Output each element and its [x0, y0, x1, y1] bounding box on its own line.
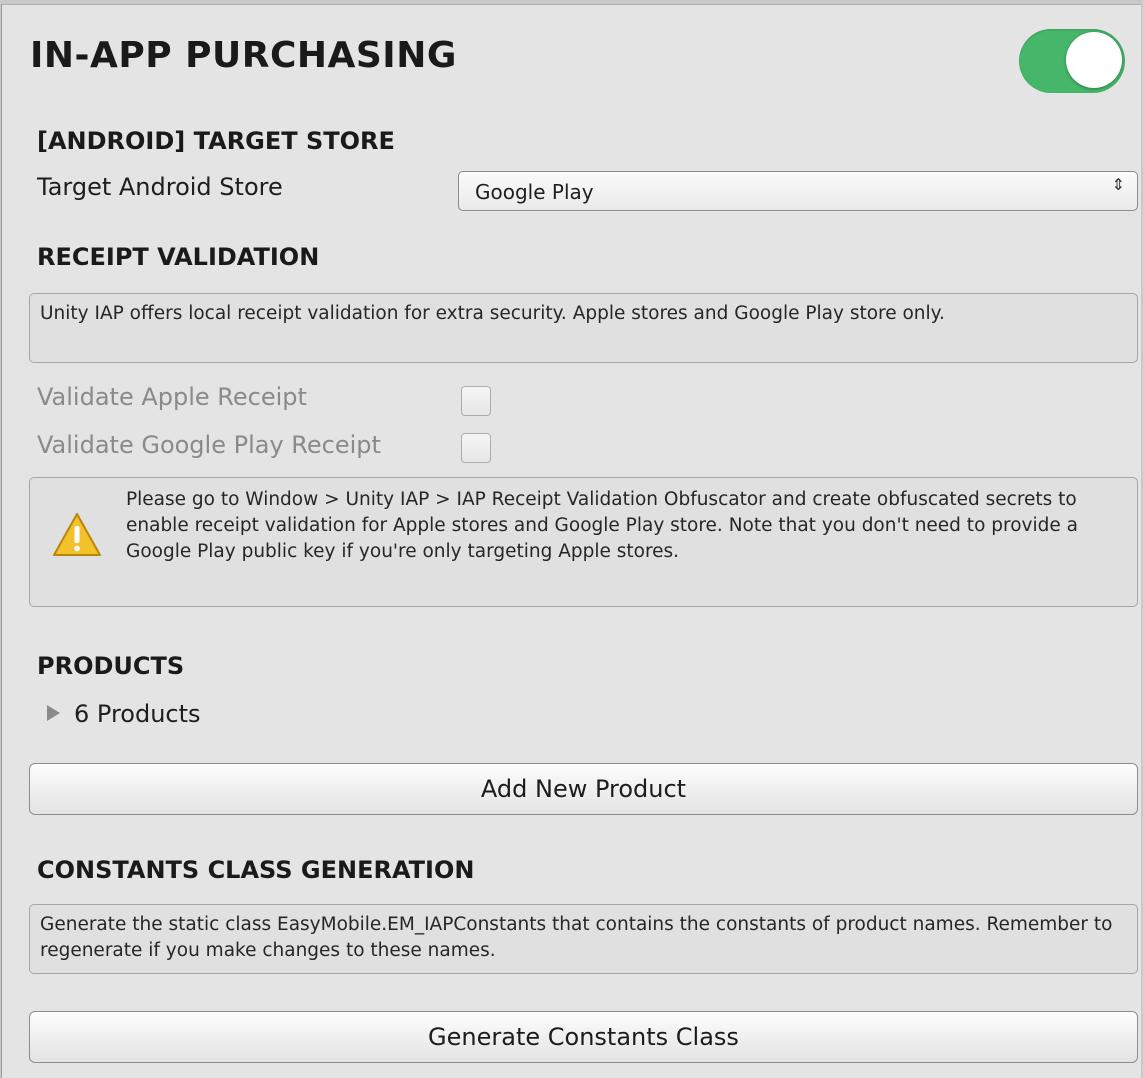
- validate-google-checkbox[interactable]: [461, 433, 491, 463]
- receipt-validation-header: RECEIPT VALIDATION: [37, 243, 320, 271]
- dropdown-selected-value: Google Play: [475, 180, 594, 204]
- target-store-dropdown[interactable]: Google Play ⇕: [458, 171, 1138, 211]
- toggle-knob: [1066, 32, 1122, 88]
- constants-info: Generate the static class EasyMobile.EM_…: [29, 904, 1138, 974]
- constants-header: CONSTANTS CLASS GENERATION: [37, 856, 475, 884]
- validate-apple-label: Validate Apple Receipt: [37, 383, 307, 411]
- dropdown-arrows-icon: ⇕: [1111, 175, 1125, 194]
- obfuscator-warning-box: Please go to Window > Unity IAP > IAP Re…: [29, 477, 1138, 607]
- target-store-label: Target Android Store: [37, 173, 283, 201]
- validate-google-label: Validate Google Play Receipt: [37, 431, 381, 459]
- warning-triangle-icon: [53, 513, 101, 556]
- triangle-right-icon[interactable]: [47, 705, 60, 721]
- add-new-product-button[interactable]: Add New Product: [29, 763, 1138, 815]
- receipt-validation-info: Unity IAP offers local receipt validatio…: [29, 293, 1138, 363]
- products-foldout[interactable]: 6 Products: [74, 700, 201, 728]
- receipt-validation-info-text: Unity IAP offers local receipt validatio…: [40, 303, 945, 324]
- module-title: IN-APP PURCHASING: [30, 35, 457, 76]
- generate-constants-button[interactable]: Generate Constants Class: [29, 1011, 1138, 1063]
- iap-settings-panel: IN-APP PURCHASING [ANDROID] TARGET STORE…: [1, 4, 1141, 1078]
- target-store-header: [ANDROID] TARGET STORE: [37, 127, 395, 155]
- products-header: PRODUCTS: [37, 652, 185, 680]
- validate-apple-checkbox[interactable]: [461, 386, 491, 416]
- constants-info-text: Generate the static class EasyMobile.EM_…: [40, 914, 1113, 961]
- module-enable-toggle[interactable]: [1019, 29, 1125, 93]
- obfuscator-warning-text: Please go to Window > Unity IAP > IAP Re…: [126, 489, 1078, 562]
